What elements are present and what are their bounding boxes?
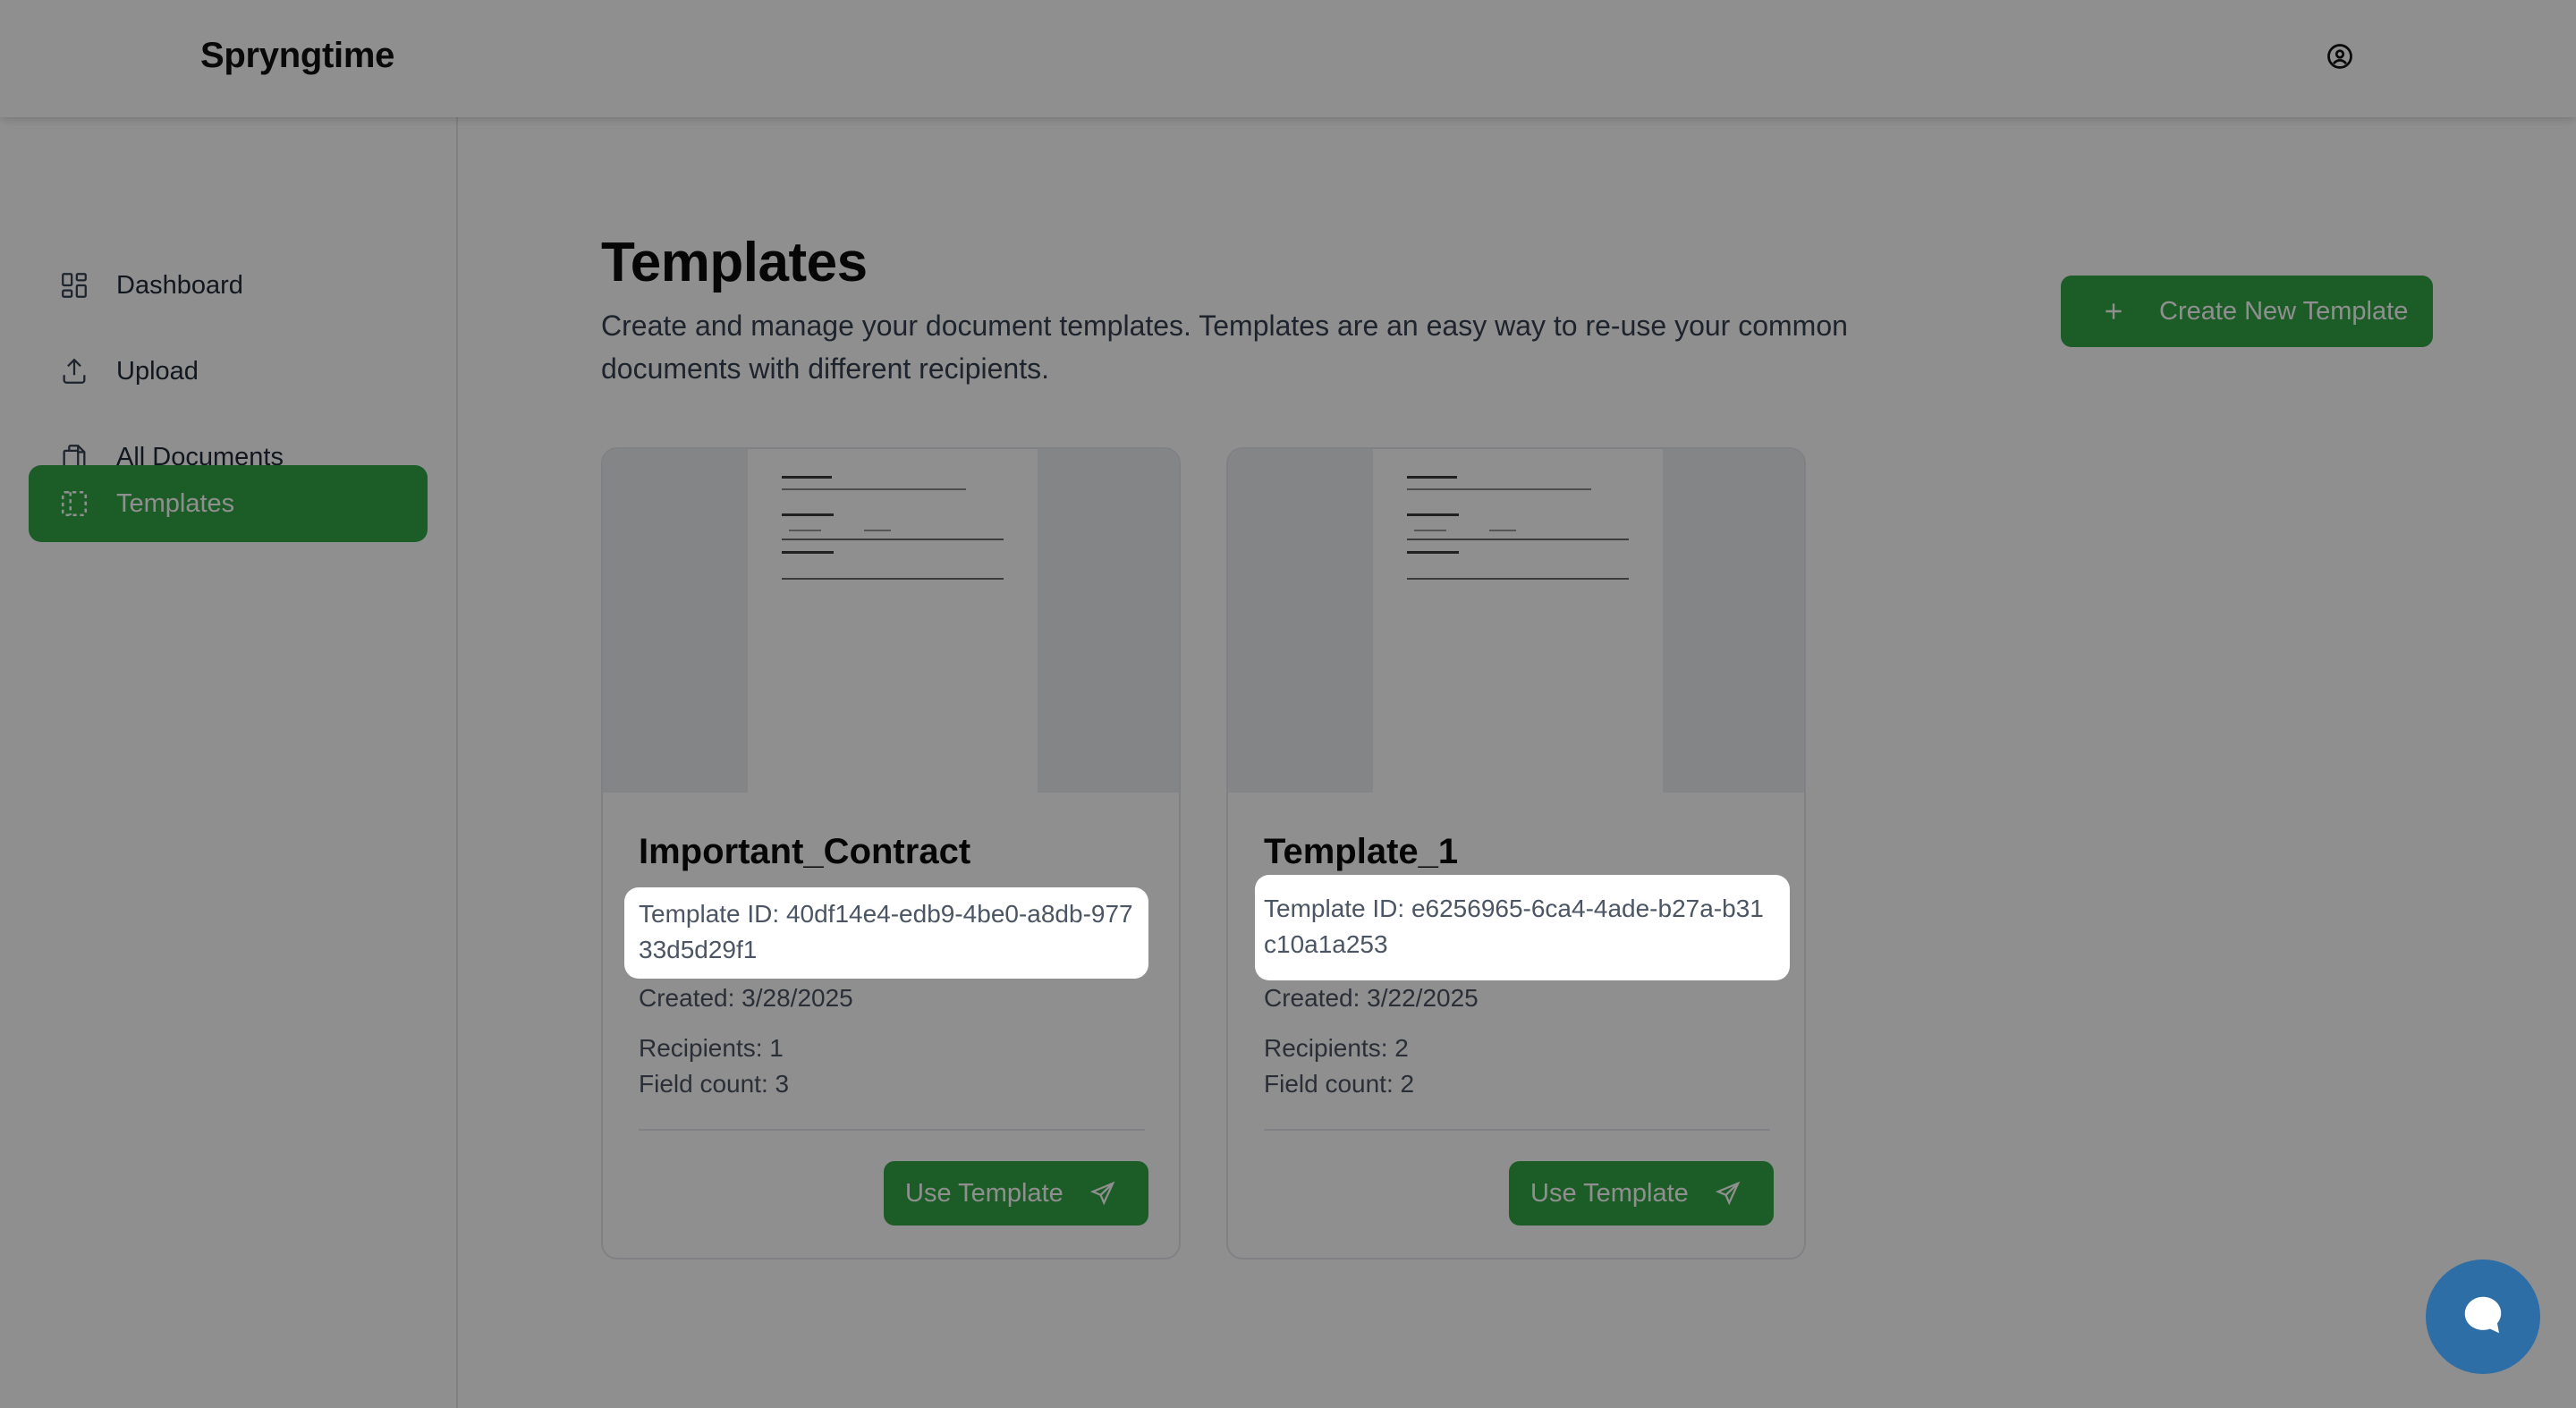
template-created-date: Created: 3/28/2025 xyxy=(639,984,853,1012)
sidebar-item-upload[interactable]: Upload xyxy=(29,333,428,410)
card-divider xyxy=(639,1129,1145,1131)
create-new-template-button[interactable]: Create New Template xyxy=(2061,276,2433,347)
page-title: Templates xyxy=(601,232,868,293)
sidebar-item-label: Dashboard xyxy=(116,270,243,300)
sidebar-item-label: Templates xyxy=(116,488,235,518)
plus-icon xyxy=(2100,298,2127,325)
template-name: Template_1 xyxy=(1264,832,1459,871)
template-id: Template ID: 40df14e4-edb9-4be0-a8db-977… xyxy=(639,900,1133,963)
template-recipients-count: Recipients: 1 xyxy=(639,1034,784,1062)
template-field-count: Field count: 3 xyxy=(639,1070,790,1098)
sidebar-item-templates[interactable]: Templates xyxy=(29,465,428,542)
sidebar: Dashboard Upload All Documents Templates xyxy=(0,117,458,1408)
template-name: Important_Contract xyxy=(639,832,971,871)
use-template-label: Use Template xyxy=(905,1178,1063,1208)
template-field-count: Field count: 2 xyxy=(1264,1070,1415,1098)
template-created-date: Created: 3/22/2025 xyxy=(1264,984,1479,1012)
brand-logo[interactable]: Spryngtime xyxy=(200,36,394,76)
dashboard-icon xyxy=(57,268,91,302)
chat-bubble-icon xyxy=(2459,1291,2507,1344)
template-preview[interactable] xyxy=(1228,449,1804,793)
page-description: Create and manage your document template… xyxy=(601,310,1848,385)
card-divider xyxy=(1264,1129,1770,1131)
account-button[interactable] xyxy=(2322,40,2358,76)
chat-button[interactable] xyxy=(2426,1260,2540,1374)
template-id: Template ID: e6256965-6ca4-4ade-b27a-b31… xyxy=(1264,895,1764,958)
template-id-highlight: Template ID: 40df14e4-edb9-4be0-a8db-977… xyxy=(624,887,1148,979)
top-header: Spryngtime xyxy=(0,0,2576,117)
user-circle-icon xyxy=(2326,43,2353,74)
send-icon xyxy=(1714,1179,1742,1208)
sidebar-item-dashboard[interactable]: Dashboard xyxy=(29,247,428,324)
app-root: Spryngtime Dashboard Upload All Document… xyxy=(0,0,2576,1408)
create-button-label: Create New Template xyxy=(2159,296,2409,326)
template-card[interactable]: Template_1 Template ID: e6256965-6ca4-4a… xyxy=(1226,447,1806,1260)
template-recipients-count: Recipients: 2 xyxy=(1264,1034,1409,1062)
send-icon xyxy=(1089,1179,1117,1208)
document-thumbnail xyxy=(748,449,1038,793)
template-id-highlight: Template ID: e6256965-6ca4-4ade-b27a-b31… xyxy=(1255,875,1790,980)
template-card[interactable]: Important_Contract Template ID: 40df14e4… xyxy=(601,447,1181,1260)
use-template-label: Use Template xyxy=(1530,1178,1689,1208)
upload-icon xyxy=(57,354,91,388)
document-thumbnail xyxy=(1373,449,1663,793)
templates-icon xyxy=(57,487,91,521)
sidebar-item-label: Upload xyxy=(116,356,199,386)
template-preview[interactable] xyxy=(603,449,1179,793)
use-template-button[interactable]: Use Template xyxy=(884,1161,1148,1226)
use-template-button[interactable]: Use Template xyxy=(1509,1161,1774,1226)
